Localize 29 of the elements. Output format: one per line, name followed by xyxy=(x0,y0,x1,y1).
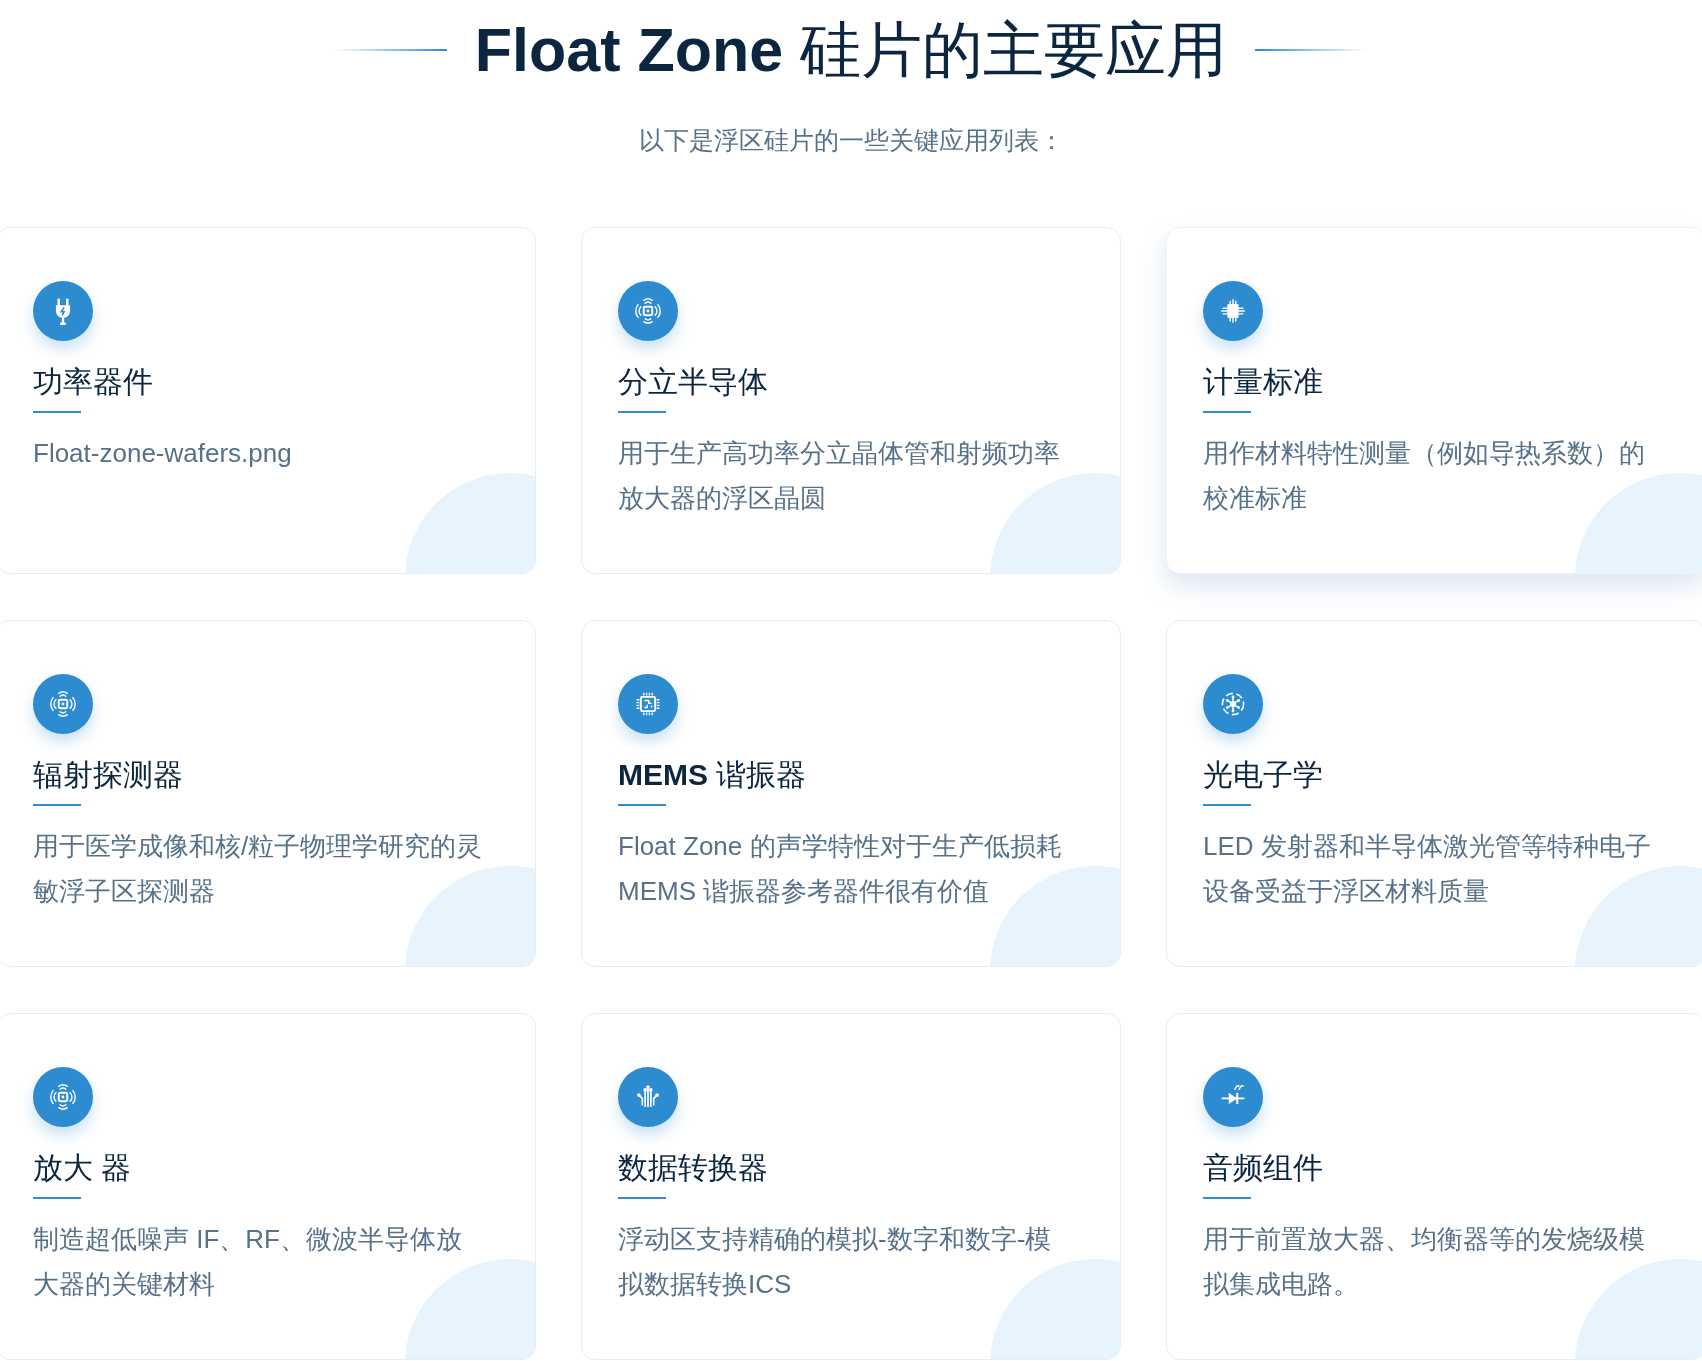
chip-signal-icon xyxy=(33,674,93,734)
card-title: 分立半导体 xyxy=(618,364,769,400)
card-title: 计量标准 xyxy=(1203,364,1324,400)
card-description: 用于前置放大器、均衡器等的发烧级模拟集成电路。 xyxy=(1203,1223,1646,1301)
card-description: Float Zone 的声学特性对于生产低损耗 MEMS 谐振器参考器件很有价值 xyxy=(618,830,1063,908)
page-title: Float Zone 硅片的主要应用 xyxy=(474,15,1228,86)
chip-signal-icon xyxy=(33,1067,93,1127)
card-description: 用于生产高功率分立晶体管和射频功率放大器的浮区晶圆 xyxy=(618,437,1061,515)
chip-icon xyxy=(1203,281,1263,341)
card-description: LED 发射器和半导体激光管等特种电子设备受益于浮区材料质量 xyxy=(1203,830,1652,908)
card-title: MEMS 谐振器 xyxy=(618,757,808,793)
page-subtitle: 以下是浮区硅片的一些关键应用列表： xyxy=(638,125,1064,156)
card-title: 光电子学 xyxy=(1203,757,1324,793)
card-description: Float-zone-wafers.png xyxy=(33,437,293,470)
diode-icon xyxy=(1203,1067,1263,1127)
plug-icon xyxy=(33,281,93,341)
chip-signal-icon xyxy=(618,281,678,341)
card-title: 辐射探测器 xyxy=(33,757,184,793)
card-description: 用于医学成像和核/粒子物理学研究的灵敏浮子区探测器 xyxy=(33,830,484,908)
card-title: 数据转换器 xyxy=(618,1150,769,1186)
card-description: 用作材料特性测量（例如导热系数）的校准标准 xyxy=(1203,437,1646,515)
card-title: 音频组件 xyxy=(1203,1150,1324,1186)
card-description: 浮动区支持精确的模拟-数字和数字-模拟数据转换ICS xyxy=(618,1223,1053,1301)
card-description: 制造超低噪声 IF、RF、微波半导体放大器的关键材料 xyxy=(33,1223,463,1301)
chip-icon xyxy=(618,674,678,734)
atom-icon xyxy=(1203,674,1263,734)
card-title: 放大 器 xyxy=(33,1150,133,1186)
card-title: 功率器件 xyxy=(33,364,154,400)
circuit-icon xyxy=(618,1067,678,1127)
